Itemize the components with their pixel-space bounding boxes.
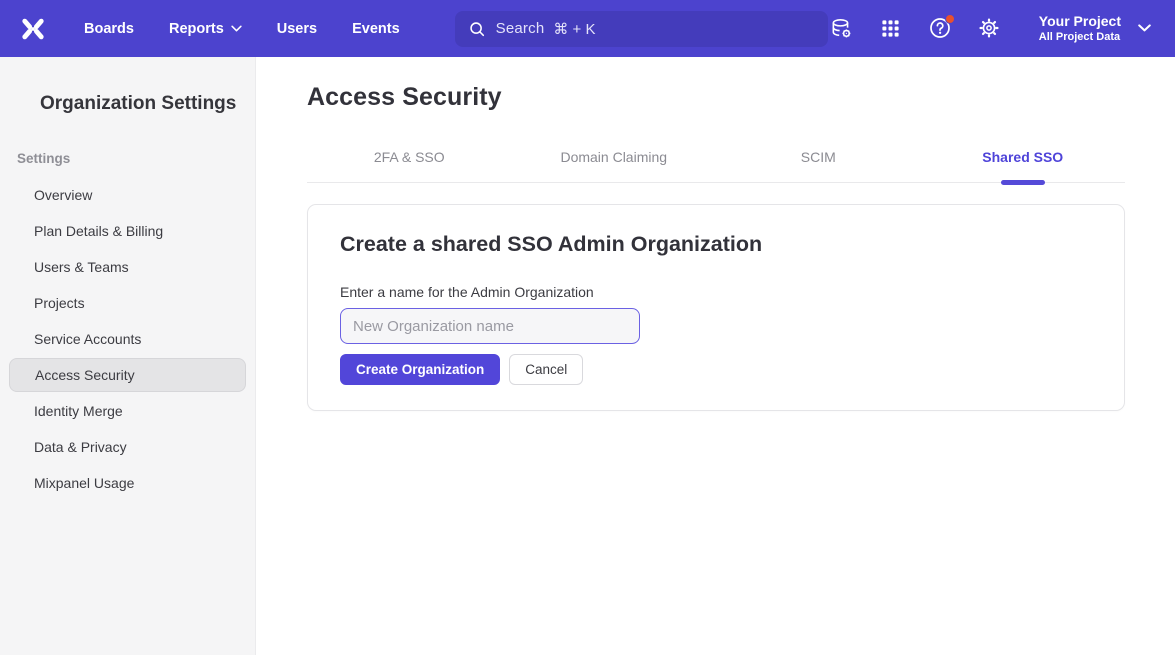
sidebar-item-mixpanel-usage[interactable]: Mixpanel Usage [9, 466, 246, 500]
sidebar-item-overview[interactable]: Overview [9, 178, 246, 212]
sidebar-item-access-security[interactable]: Access Security [9, 358, 246, 392]
project-selector-text: Your Project All Project Data [1039, 12, 1121, 44]
primary-nav: Boards Reports Users Events [84, 21, 400, 37]
sidebar-section-label: Settings [17, 151, 255, 166]
app-grid-icon[interactable] [879, 16, 903, 40]
nav-item-users[interactable]: Users [277, 21, 317, 37]
button-row: Create Organization Cancel [340, 354, 1092, 385]
sidebar-item-plan-details-billing[interactable]: Plan Details & Billing [9, 214, 246, 248]
page-title: Access Security [307, 83, 1125, 112]
chevron-down-icon [1138, 24, 1151, 32]
search-shortcut: ⌘ + K [553, 20, 595, 38]
gear-icon[interactable] [977, 16, 1001, 40]
sidebar-nav: Overview Plan Details & Billing Users & … [0, 178, 255, 500]
tab-scim[interactable]: SCIM [716, 149, 921, 182]
project-selector[interactable]: Your Project All Project Data [1039, 12, 1151, 44]
tab-shared-sso[interactable]: Shared SSO [921, 149, 1126, 182]
notification-badge [945, 14, 955, 24]
sidebar-item-service-accounts[interactable]: Service Accounts [9, 322, 246, 356]
nav-item-reports-label: Reports [169, 21, 224, 37]
help-icon[interactable] [928, 16, 952, 40]
tab-bar: 2FA & SSO Domain Claiming SCIM Shared SS… [307, 149, 1125, 183]
sidebar-item-projects[interactable]: Projects [9, 286, 246, 320]
main-content: Access Security 2FA & SSO Domain Claimin… [256, 57, 1175, 655]
chevron-down-icon [231, 25, 242, 32]
page-layout: Organization Settings Settings Overview … [0, 57, 1175, 655]
mixpanel-logo-icon[interactable] [16, 12, 50, 46]
tab-2fa-sso[interactable]: 2FA & SSO [307, 149, 512, 182]
project-name: Your Project [1039, 12, 1121, 30]
search-placeholder: Search [496, 20, 545, 37]
tab-domain-claiming[interactable]: Domain Claiming [512, 149, 717, 182]
card-heading: Create a shared SSO Admin Organization [340, 232, 1092, 257]
sidebar-item-data-privacy[interactable]: Data & Privacy [9, 430, 246, 464]
sidebar-title: Organization Settings [40, 93, 255, 115]
nav-item-boards[interactable]: Boards [84, 21, 134, 37]
org-name-label: Enter a name for the Admin Organization [340, 284, 1092, 300]
data-management-icon[interactable] [830, 16, 854, 40]
sidebar-item-identity-merge[interactable]: Identity Merge [9, 394, 246, 428]
sidebar-item-users-teams[interactable]: Users & Teams [9, 250, 246, 284]
create-organization-button[interactable]: Create Organization [340, 354, 500, 385]
nav-item-events[interactable]: Events [352, 21, 400, 37]
settings-sidebar: Organization Settings Settings Overview … [0, 57, 256, 655]
nav-right-cluster: Your Project All Project Data [830, 12, 1151, 44]
org-name-input[interactable] [340, 308, 640, 344]
project-subtitle: All Project Data [1039, 30, 1121, 44]
top-nav: Boards Reports Users Events Search ⌘ + K [0, 0, 1175, 57]
search-input[interactable]: Search ⌘ + K [455, 11, 828, 47]
search-icon [468, 20, 486, 38]
shared-sso-card: Create a shared SSO Admin Organization E… [307, 204, 1125, 411]
nav-item-reports[interactable]: Reports [169, 21, 242, 37]
cancel-button[interactable]: Cancel [509, 354, 583, 385]
